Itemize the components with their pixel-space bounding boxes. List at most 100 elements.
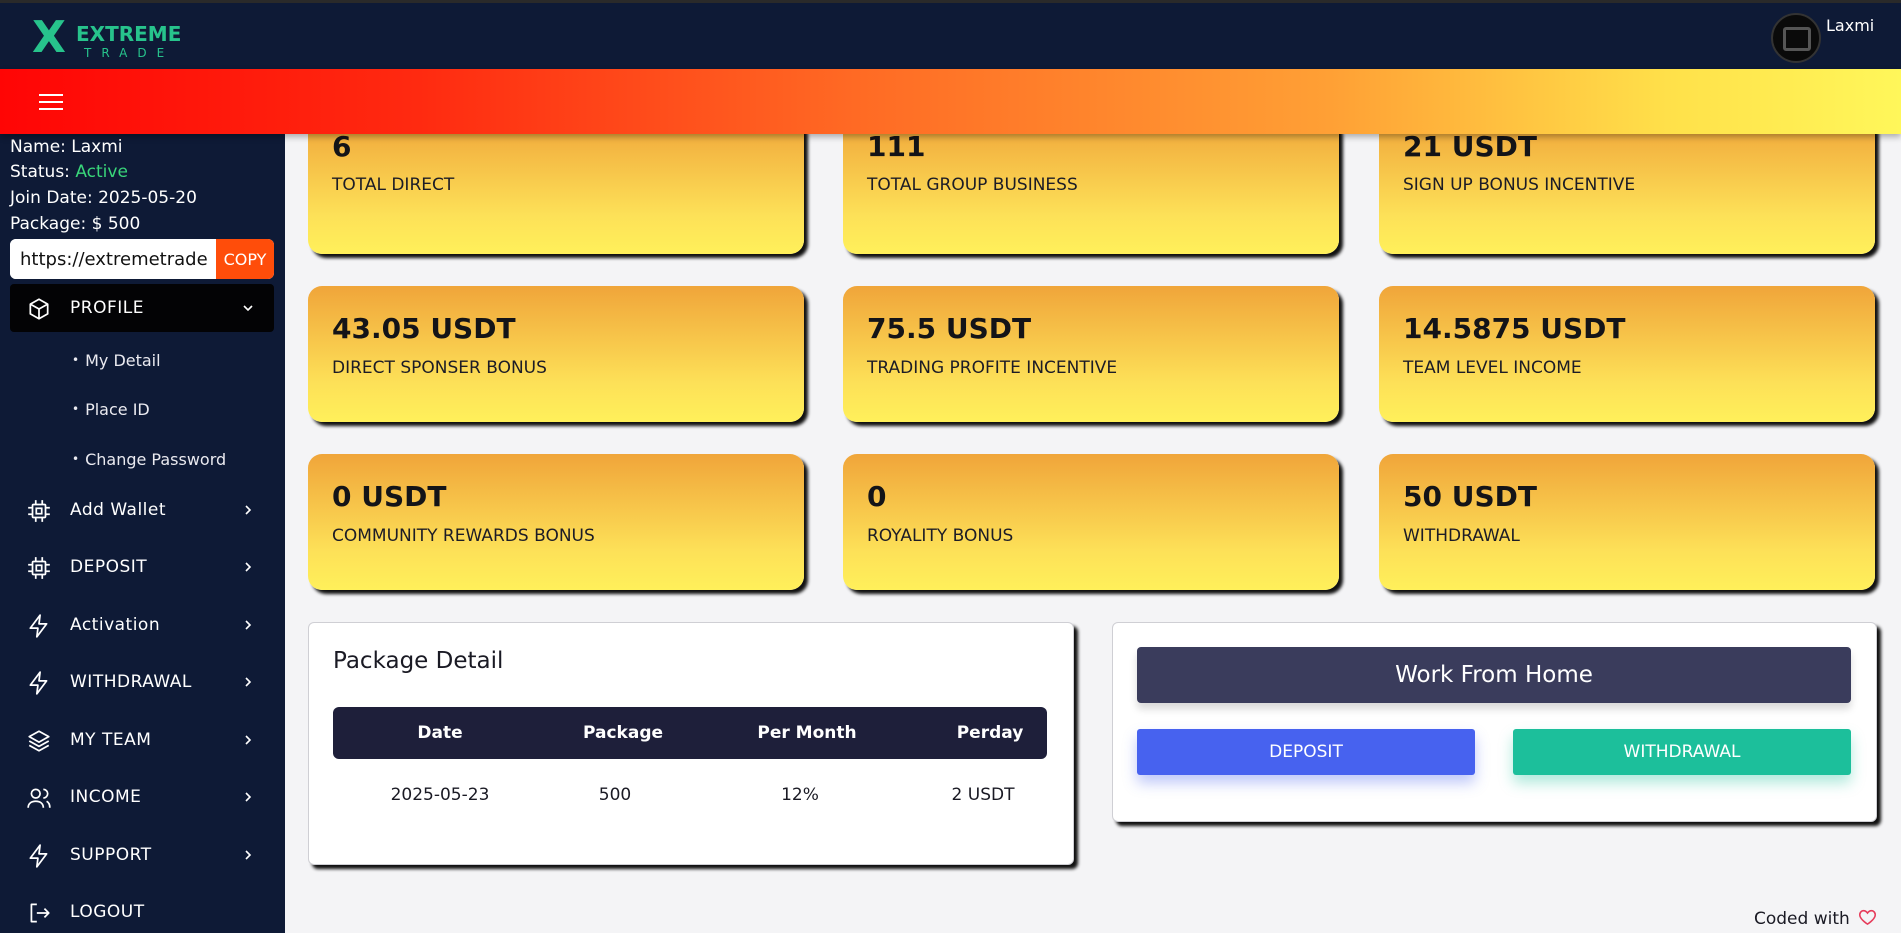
sidebar-item-support[interactable]: SUPPORT: [0, 831, 285, 879]
referral-box: COPY: [10, 239, 274, 279]
sidebar-item-deposit[interactable]: DEPOSIT: [0, 543, 285, 591]
logo-text: EXTREME: [76, 22, 182, 46]
copy-button[interactable]: COPY: [216, 239, 274, 279]
chevron-right-icon: [245, 562, 252, 572]
name-label: Name:: [10, 137, 66, 157]
stat-value: 0: [867, 480, 887, 513]
column-header-perday: Perday: [956, 723, 1024, 743]
avatar[interactable]: [1771, 13, 1821, 63]
top-navbar: X EXTREME TRADE Laxmi: [0, 0, 1901, 69]
sidebar-item-label: PROFILE: [70, 298, 144, 318]
lightning-icon: [29, 844, 48, 868]
hamburger-menu-icon[interactable]: [39, 94, 63, 110]
stat-value: 75.5 USDT: [867, 312, 1032, 345]
referral-link-input[interactable]: [10, 239, 215, 279]
chevron-right-icon: [245, 792, 252, 802]
sidebar-item-profile[interactable]: PROFILE: [10, 284, 274, 332]
status-value: Active: [75, 162, 128, 182]
join-date-label: Join Date:: [10, 188, 93, 208]
header-gradient-bar: [0, 69, 1901, 134]
stat-card: 21 USDT SIGN UP BONUS INCENTIVE: [1379, 118, 1875, 254]
sidebar-item-label: Add Wallet: [70, 500, 167, 520]
column-header-package: Package: [582, 723, 664, 743]
sidebar-item-withdrawal[interactable]: WITHDRAWAL: [0, 658, 285, 706]
work-from-home-banner: Work From Home: [1137, 647, 1851, 703]
sidebar-item-logout[interactable]: LOGOUT: [0, 888, 285, 933]
package-row: Package: $ 500: [10, 214, 140, 234]
header-username[interactable]: Laxmi: [1826, 16, 1874, 35]
stat-label: COMMUNITY REWARDS BONUS: [332, 526, 595, 546]
column-header-date: Date: [417, 723, 463, 743]
sidebar-item-label: LOGOUT: [70, 902, 145, 922]
table-cell-package: 500: [598, 785, 632, 805]
stat-card: 43.05 USDT DIRECT SPONSER BONUS: [308, 286, 804, 422]
name-value: Laxmi: [71, 137, 123, 157]
stat-card: 0 USDT COMMUNITY REWARDS BONUS: [308, 454, 804, 590]
lightning-icon: [29, 671, 48, 695]
join-date-value: 2025-05-20: [98, 188, 197, 208]
brand-logo[interactable]: X EXTREME TRADE: [32, 13, 182, 63]
users-icon: [27, 788, 51, 808]
lightning-icon: [29, 614, 48, 638]
stat-label: WITHDRAWAL: [1403, 526, 1520, 546]
column-header-per-month: Per Month: [757, 723, 857, 743]
stat-card: 0 ROYALITY BONUS: [843, 454, 1339, 590]
package-value: $ 500: [91, 214, 141, 234]
stat-value: 0 USDT: [332, 480, 447, 513]
sidebar-item-label: DEPOSIT: [70, 557, 148, 577]
sidebar-subitem-place-id[interactable]: Place ID: [72, 400, 150, 419]
table-cell-date: 2025-05-23: [390, 785, 490, 805]
sidebar-item-income[interactable]: INCOME: [0, 773, 285, 821]
footer-credit: Coded with: [1754, 909, 1850, 929]
withdrawal-button[interactable]: WITHDRAWAL: [1513, 729, 1851, 775]
panel-title: Package Detail: [333, 648, 504, 674]
chevron-right-icon: [245, 620, 252, 630]
deposit-button[interactable]: DEPOSIT: [1137, 729, 1475, 775]
stat-value: 6: [332, 130, 352, 163]
chevron-right-icon: [245, 505, 252, 515]
actions-panel: Work From Home DEPOSIT WITHDRAWAL: [1112, 622, 1877, 822]
table-header: Date Package Per Month Perday: [333, 707, 1047, 759]
sidebar-item-label: SUPPORT: [70, 845, 152, 865]
stat-card: 6 TOTAL DIRECT: [308, 118, 804, 254]
stat-card: 111 TOTAL GROUP BUSINESS: [843, 118, 1339, 254]
logo-subtext: TRADE: [84, 46, 175, 60]
stat-card: 75.5 USDT TRADING PROFITE INCENTIVE: [843, 286, 1339, 422]
sidebar-item-activation[interactable]: Activation: [0, 601, 285, 649]
stat-value: 14.5875 USDT: [1403, 312, 1626, 345]
join-date-row: Join Date: 2025-05-20: [10, 188, 197, 208]
chevron-right-icon: [245, 735, 252, 745]
sidebar-item-label: WITHDRAWAL: [70, 672, 192, 692]
stat-label: TOTAL GROUP BUSINESS: [867, 175, 1078, 195]
layers-icon: [28, 730, 50, 752]
stat-card: 14.5875 USDT TEAM LEVEL INCOME: [1379, 286, 1875, 422]
stat-label: SIGN UP BONUS INCENTIVE: [1403, 175, 1636, 195]
table-cell-perday: 2 USDT: [951, 785, 1015, 805]
sidebar-subitem-change-password[interactable]: Change Password: [72, 450, 226, 469]
package-detail-panel: Package Detail Date Package Per Month Pe…: [308, 622, 1074, 865]
sidebar-subitem-my-detail[interactable]: My Detail: [72, 351, 161, 370]
stat-value: 43.05 USDT: [332, 312, 516, 345]
chevron-right-icon: [245, 850, 252, 860]
stat-label: ROYALITY BONUS: [867, 526, 1014, 546]
logo-mark: X: [32, 12, 66, 63]
sidebar-item-add-wallet[interactable]: Add Wallet: [0, 486, 285, 534]
sidebar-item-label: Activation: [70, 615, 161, 635]
user-status-row: Status: Active: [10, 162, 128, 182]
chip-icon: [28, 557, 50, 579]
package-label: Package:: [10, 214, 87, 234]
sidebar-item-my-team[interactable]: MY TEAM: [0, 716, 285, 764]
heart-icon: [1859, 909, 1876, 926]
stat-label: TOTAL DIRECT: [332, 175, 455, 195]
sidebar: Name: Laxmi Status: Active Join Date: 20…: [0, 69, 285, 933]
stat-label: TRADING PROFITE INCENTIVE: [867, 358, 1118, 378]
sidebar-item-label: INCOME: [70, 787, 142, 807]
cube-icon: [29, 298, 49, 320]
table-cell-per-month: 12%: [781, 785, 819, 805]
chevron-right-icon: [245, 677, 252, 687]
status-label: Status:: [10, 162, 70, 182]
sidebar-item-label: MY TEAM: [70, 730, 152, 750]
logout-icon: [30, 903, 50, 923]
chevron-down-icon: [243, 305, 253, 312]
stat-value: 21 USDT: [1403, 130, 1537, 163]
